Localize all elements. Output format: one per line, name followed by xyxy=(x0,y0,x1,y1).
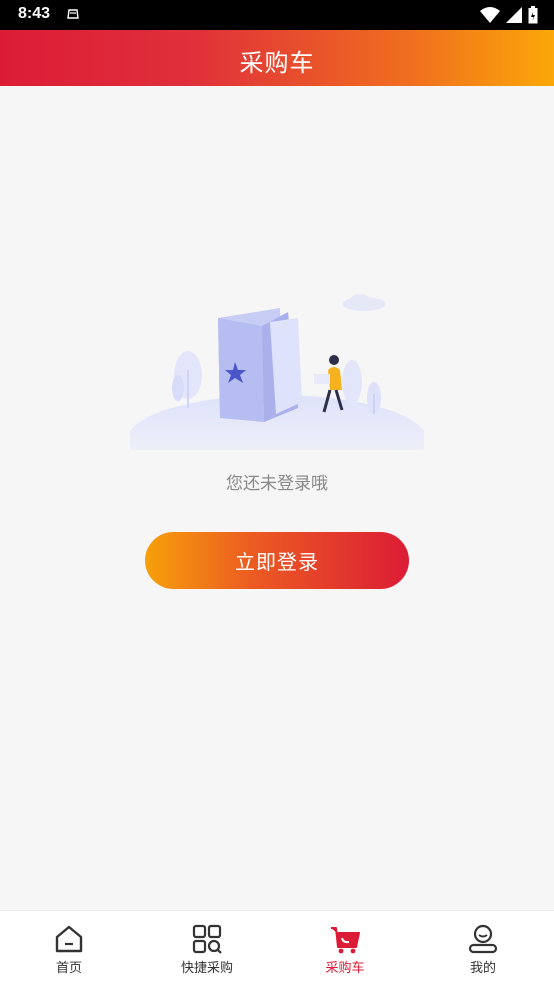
home-icon xyxy=(55,925,83,953)
not-logged-in-message: 您还未登录哦 xyxy=(226,474,328,494)
battery-icon xyxy=(528,6,538,24)
status-time: 8:43 xyxy=(18,5,51,22)
profile-icon xyxy=(468,924,498,954)
bottom-tab-bar: 首页 快捷采购 采购车 我的 xyxy=(0,910,554,984)
status-bar: 8:43 xyxy=(0,0,554,30)
page-header: 采购车 xyxy=(0,30,554,86)
tab-profile-label: 我的 xyxy=(469,961,496,976)
tab-cart[interactable]: 采购车 xyxy=(276,911,414,984)
notification-icon xyxy=(67,9,79,19)
tab-cart-label: 采购车 xyxy=(325,961,365,976)
tab-profile[interactable]: 我的 xyxy=(414,911,552,984)
empty-state-illustration xyxy=(130,294,424,450)
tab-quick-purchase[interactable]: 快捷采购 xyxy=(138,911,276,984)
tab-home[interactable]: 首页 xyxy=(0,911,138,984)
cart-icon xyxy=(331,927,360,954)
login-button[interactable]: 立即登录 xyxy=(145,532,409,589)
wifi-icon xyxy=(480,7,500,23)
page-title: 采购车 xyxy=(239,49,315,77)
quick-purchase-icon xyxy=(192,924,222,954)
tab-quick-purchase-label: 快捷采购 xyxy=(180,961,233,976)
signal-icon xyxy=(506,7,522,23)
tab-home-label: 首页 xyxy=(55,961,82,976)
